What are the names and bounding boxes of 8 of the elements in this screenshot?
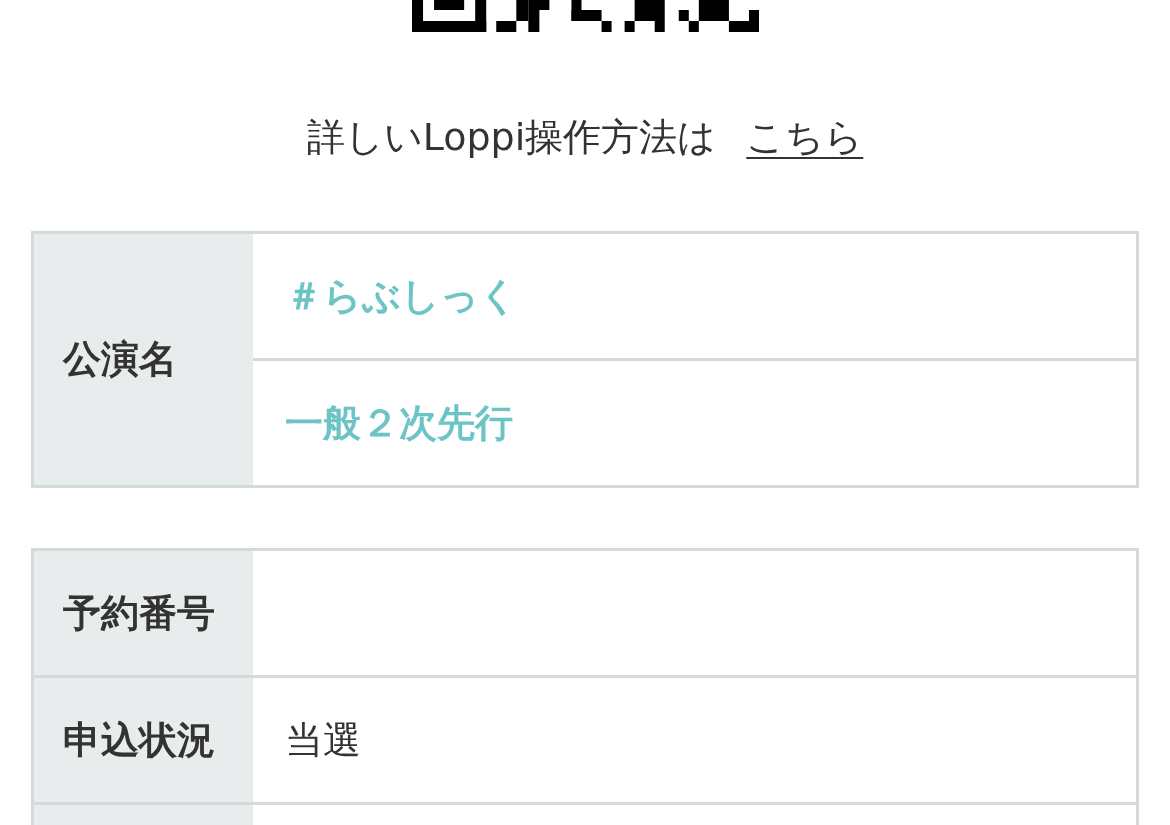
table-cell-text: ＃らぶしっく — [284, 272, 519, 320]
row-header: 予約番号 — [34, 551, 253, 675]
table-cell: 当選 — [253, 675, 1136, 802]
row-header: 公演名 — [34, 234, 253, 485]
help-text: 詳しいLoppi操作方法は — [306, 114, 717, 160]
row-header: 申込状況 — [34, 675, 253, 802]
help-link[interactable]: こちら — [746, 114, 864, 160]
table-cell: 一般２次先行 — [253, 358, 1136, 485]
